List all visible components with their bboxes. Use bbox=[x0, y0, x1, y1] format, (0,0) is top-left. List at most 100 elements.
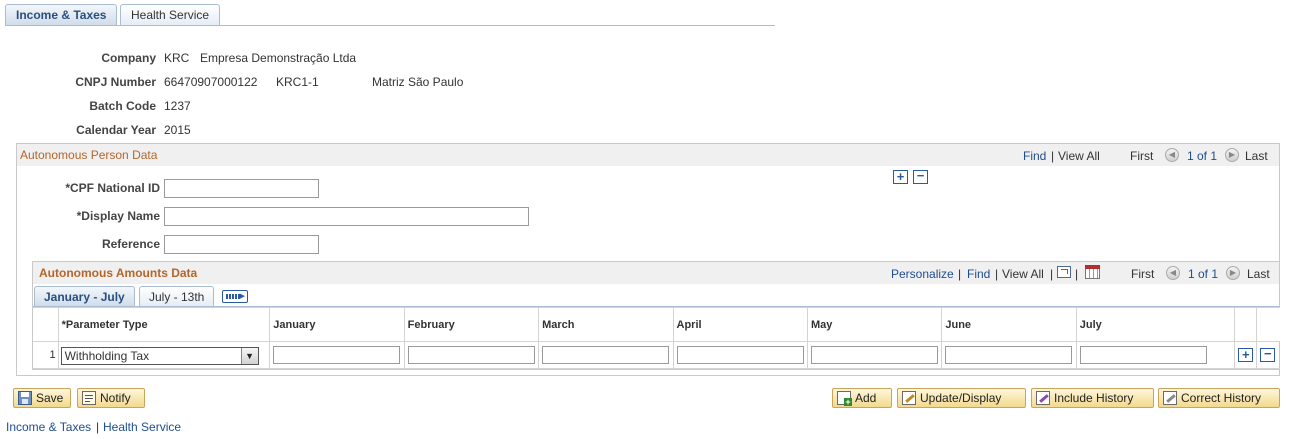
zoom-icon[interactable] bbox=[1057, 266, 1071, 278]
person-first-label: First bbox=[1130, 149, 1154, 163]
update-display-icon bbox=[902, 391, 916, 405]
may-cell bbox=[806, 341, 943, 369]
next-icon[interactable]: ▶ bbox=[1225, 148, 1239, 162]
amounts-first-label: First bbox=[1131, 267, 1155, 281]
delete-row-icon[interactable]: − bbox=[913, 169, 928, 184]
table-row: 1 Withholding Tax ▼ + − bbox=[33, 341, 1280, 369]
february-input[interactable] bbox=[407, 346, 535, 364]
year-label: Calendar Year bbox=[76, 123, 156, 137]
row-number: 1 bbox=[33, 341, 59, 369]
add-label: Add bbox=[855, 391, 877, 405]
may-input[interactable] bbox=[810, 346, 938, 364]
nav-separator: | bbox=[1050, 267, 1054, 281]
previous-icon[interactable]: ◀ bbox=[1165, 148, 1179, 162]
january-input[interactable] bbox=[273, 346, 401, 364]
parameter-type-cell: Withholding Tax ▼ bbox=[57, 341, 271, 369]
autonomous-person-header: Autonomous Person Data Find | View All F… bbox=[17, 144, 1279, 166]
amounts-last-label: Last bbox=[1247, 267, 1270, 281]
notify-icon bbox=[82, 391, 96, 405]
june-cell bbox=[941, 341, 1077, 369]
personalize-link[interactable]: Personalize bbox=[891, 267, 954, 281]
notify-button[interactable]: Notify bbox=[77, 388, 145, 408]
add-button[interactable]: + Add bbox=[832, 388, 892, 408]
july-input[interactable] bbox=[1079, 346, 1207, 364]
amounts-grid: *Parameter Type January February March A… bbox=[33, 307, 1280, 369]
include-history-label: Include History bbox=[1054, 391, 1134, 405]
column-header-parameter-type: *Parameter Type bbox=[57, 307, 271, 342]
include-history-icon bbox=[1036, 391, 1050, 405]
tab-july-13th[interactable]: July - 13th bbox=[139, 286, 215, 307]
chevron-down-icon[interactable]: ▼ bbox=[240, 348, 258, 364]
person-find-link[interactable]: Find bbox=[1023, 149, 1046, 163]
save-icon bbox=[18, 391, 32, 405]
reference-input[interactable] bbox=[164, 235, 319, 254]
autonomous-person-section: Autonomous Person Data Find | View All F… bbox=[16, 143, 1280, 376]
column-header-april: April bbox=[672, 307, 808, 342]
delete-row-icon[interactable]: − bbox=[1260, 347, 1276, 362]
add-column-header bbox=[1234, 307, 1258, 342]
company-label: Company bbox=[101, 51, 156, 65]
next-icon[interactable]: ▶ bbox=[1226, 266, 1240, 280]
cnpj-code: KRC1-1 bbox=[276, 75, 319, 89]
footer-separator: | bbox=[96, 420, 100, 434]
column-header-january: January bbox=[269, 307, 405, 342]
download-excel-icon[interactable] bbox=[1085, 265, 1100, 279]
person-view-all-link[interactable]: View All bbox=[1058, 149, 1100, 163]
march-input[interactable] bbox=[542, 346, 670, 364]
footer-link-income-taxes[interactable]: Income & Taxes bbox=[6, 420, 91, 434]
amounts-find-link[interactable]: Find bbox=[967, 267, 990, 281]
cnpj-number: 66470907000122 bbox=[164, 75, 258, 89]
nav-separator: | bbox=[1075, 267, 1079, 281]
display-name-input[interactable] bbox=[164, 207, 529, 226]
tab-health-service[interactable]: Health Service bbox=[120, 4, 221, 26]
column-header-june: June bbox=[941, 307, 1077, 342]
amounts-view-all-link[interactable]: View All bbox=[1002, 267, 1044, 281]
save-button[interactable]: Save bbox=[13, 388, 71, 408]
person-range: 1 of 1 bbox=[1187, 149, 1218, 163]
person-last-label: Last bbox=[1245, 149, 1268, 163]
company-name: Empresa Demonstração Ltda bbox=[200, 51, 357, 65]
cpf-input[interactable] bbox=[164, 179, 319, 198]
display-name-label: *Display Name bbox=[76, 209, 160, 223]
correct-history-icon bbox=[1163, 391, 1177, 405]
batch-label: Batch Code bbox=[89, 99, 156, 113]
column-header-may: May bbox=[806, 307, 943, 342]
add-row-cell: + bbox=[1234, 341, 1258, 369]
amounts-title: Autonomous Amounts Data bbox=[39, 266, 198, 280]
march-cell bbox=[538, 341, 674, 369]
column-header-march: March bbox=[538, 307, 674, 342]
tab-income-taxes[interactable]: Income & Taxes bbox=[5, 4, 118, 26]
april-input[interactable] bbox=[676, 346, 804, 364]
nav-separator: | bbox=[1051, 149, 1055, 163]
add-icon: + bbox=[837, 391, 852, 407]
amounts-range: 1 of 1 bbox=[1188, 267, 1219, 281]
column-header-february: February bbox=[403, 307, 540, 342]
save-label: Save bbox=[36, 391, 64, 405]
nav-separator: | bbox=[995, 267, 999, 281]
footer-link-health-service[interactable]: Health Service bbox=[103, 420, 181, 434]
june-input[interactable] bbox=[945, 346, 1073, 364]
cnpj-location: Matriz São Paulo bbox=[372, 75, 464, 89]
autonomous-person-title: Autonomous Person Data bbox=[20, 148, 158, 162]
calendar-year: 2015 bbox=[164, 123, 191, 137]
tab-january-july[interactable]: January - July bbox=[34, 286, 135, 307]
add-row-icon[interactable]: + bbox=[1238, 348, 1254, 362]
show-all-columns-icon[interactable]: ▶ bbox=[222, 290, 248, 303]
batch-code: 1237 bbox=[164, 99, 191, 113]
parameter-type-select[interactable]: Withholding Tax ▼ bbox=[60, 347, 259, 365]
add-row-icon[interactable]: + bbox=[893, 170, 908, 184]
previous-icon[interactable]: ◀ bbox=[1166, 266, 1180, 280]
correct-history-button[interactable]: Correct History bbox=[1158, 388, 1280, 408]
delete-column-header bbox=[1256, 307, 1280, 342]
include-history-button[interactable]: Include History bbox=[1031, 388, 1154, 408]
grid-header-row: *Parameter Type January February March A… bbox=[33, 307, 1280, 342]
january-cell bbox=[269, 341, 405, 369]
cnpj-label: CNPJ Number bbox=[75, 75, 156, 89]
parameter-type-value: Withholding Tax bbox=[64, 349, 150, 363]
february-cell bbox=[403, 341, 540, 369]
company-code: KRC bbox=[164, 51, 190, 65]
notify-label: Notify bbox=[100, 391, 131, 405]
column-header-july: July bbox=[1075, 307, 1236, 342]
amounts-header: Autonomous Amounts Data Personalize | Fi… bbox=[33, 262, 1279, 284]
update-display-button[interactable]: Update/Display bbox=[897, 388, 1026, 408]
